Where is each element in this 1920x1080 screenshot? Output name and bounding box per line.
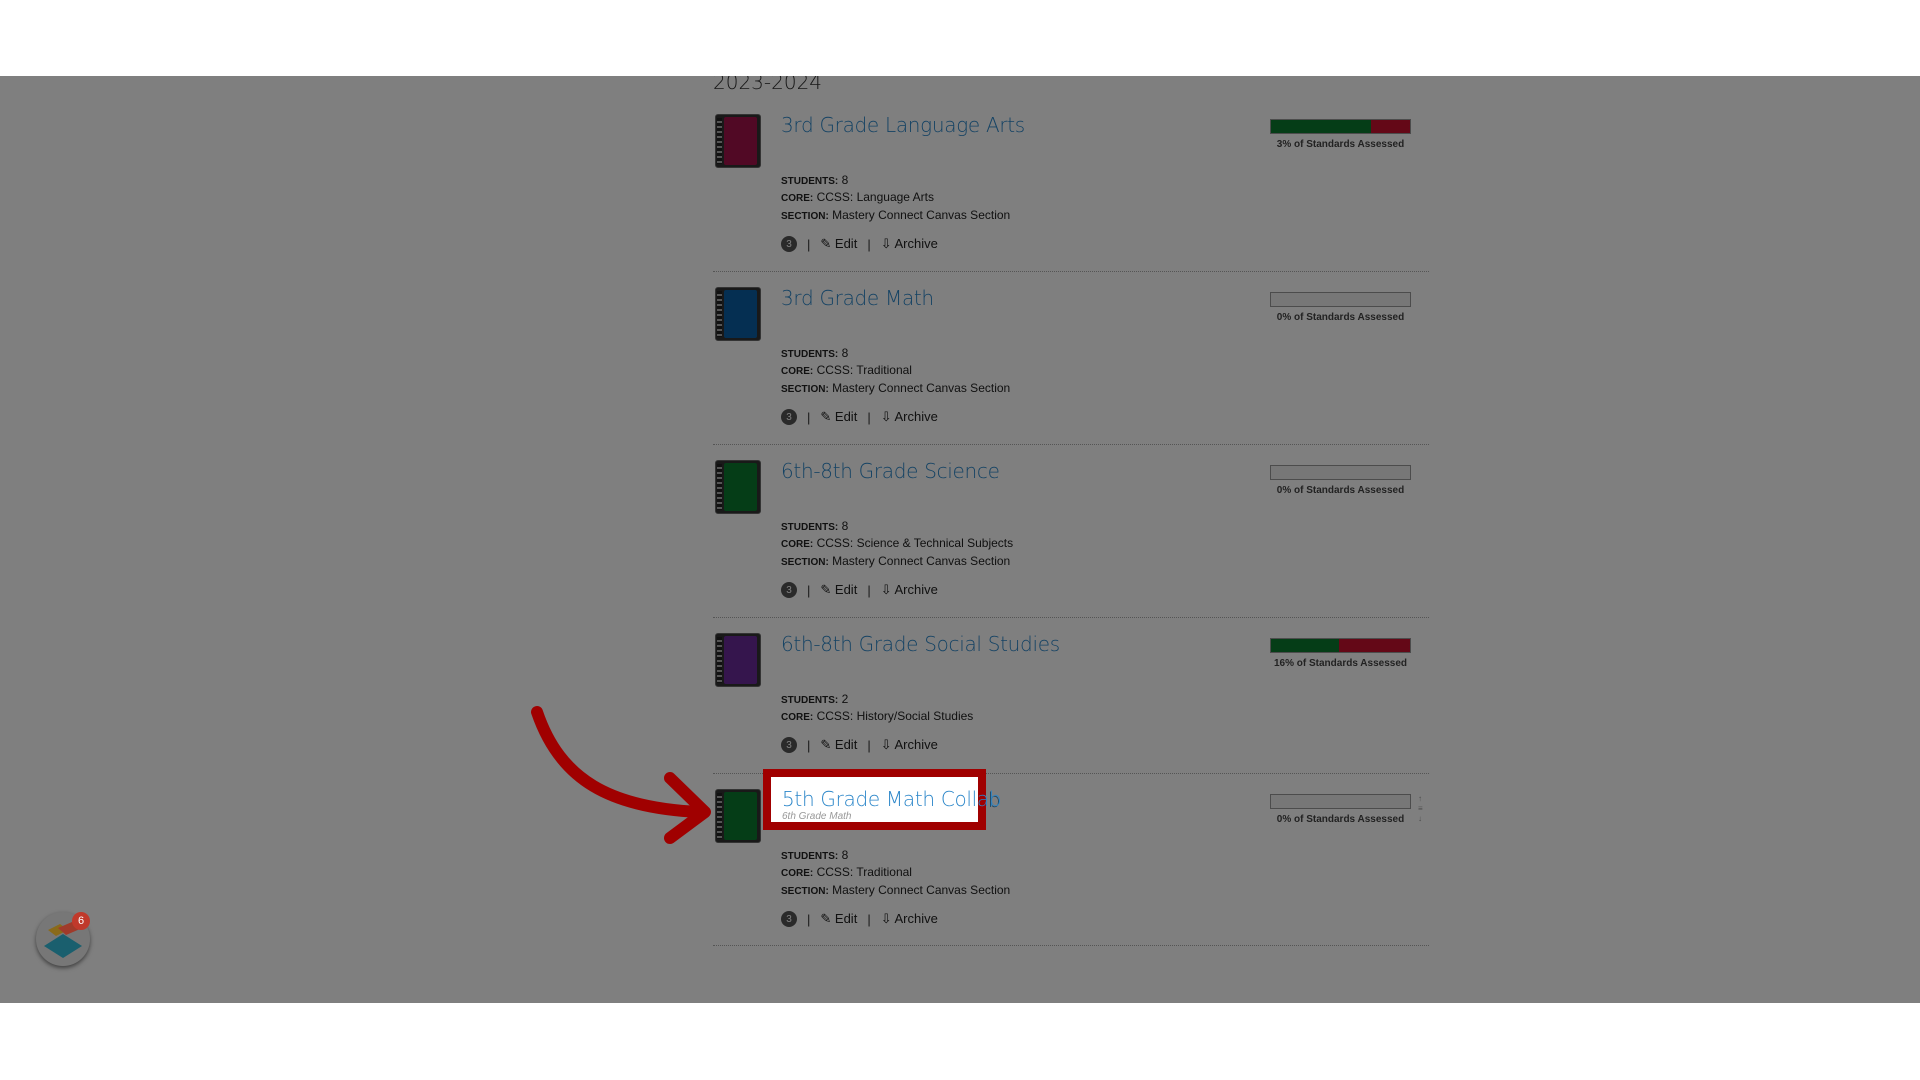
- course-title-link[interactable]: 5th Grade Math Collab: [782, 787, 1002, 811]
- course-subtitle: 6th Grade Math: [782, 811, 852, 820]
- highlighted-course-title[interactable]: 5th Grade Math Collab 6th Grade Math: [763, 769, 1002, 830]
- dim-overlay: [0, 76, 1920, 1003]
- pointer-arrow-icon: [531, 706, 711, 844]
- notification-badge: 6: [72, 912, 90, 930]
